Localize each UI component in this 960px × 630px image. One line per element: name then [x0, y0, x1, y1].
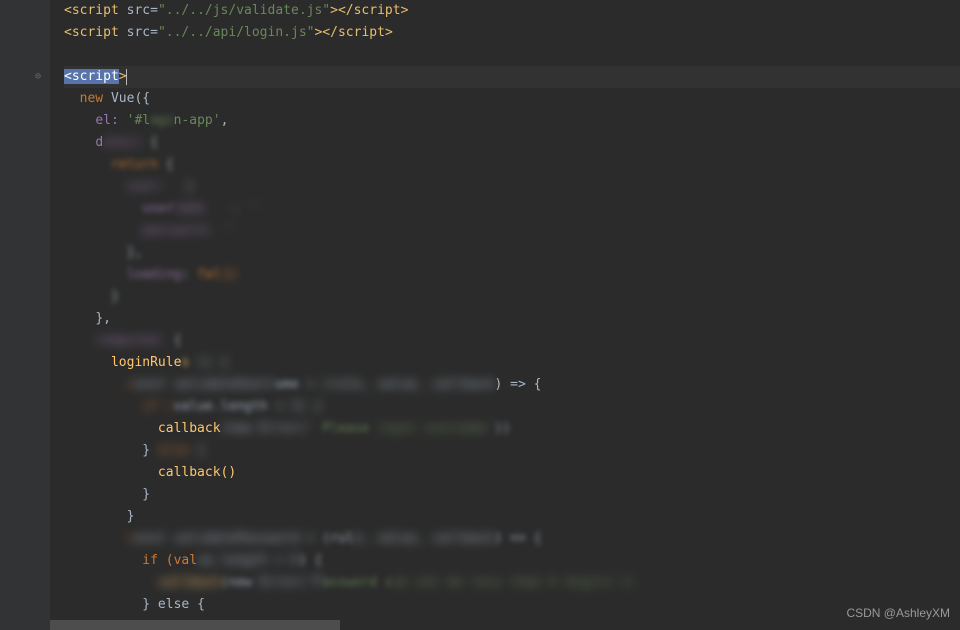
code-line: },: [64, 308, 960, 330]
editor-gutter: ⊖: [0, 0, 50, 630]
code-line: if (value.length < 1) {: [64, 396, 960, 418]
code-line: computed: {: [64, 330, 960, 352]
text-cursor: [126, 69, 127, 85]
code-line: loginRules () {: [64, 352, 960, 374]
code-line: callback(new Error('Password can not be …: [64, 572, 960, 594]
code-line: callback(new Error(' Please input userna…: [64, 418, 960, 440]
code-line: }: [64, 484, 960, 506]
code-line: data() {: [64, 132, 960, 154]
code-line: <script src="../../api/login.js"></scrip…: [64, 22, 960, 44]
code-line: callback(): [64, 462, 960, 484]
watermark-text: CSDN @AshleyXM: [846, 602, 950, 624]
code-line: <script src="../../js/validate.js"></scr…: [64, 0, 960, 22]
code-line: const validateUsernume = (rule, value, c…: [64, 374, 960, 396]
code-editor[interactable]: <script src="../../js/validate.js"></scr…: [50, 0, 960, 630]
code-line: },: [64, 242, 960, 264]
fold-icon[interactable]: ⊖: [35, 66, 41, 88]
blank-line: [64, 44, 960, 66]
horizontal-scrollbar[interactable]: [50, 620, 340, 630]
code-line-active: <script>: [64, 66, 960, 88]
code-line: el: '#login-app',: [64, 110, 960, 132]
code-line: return {: [64, 154, 960, 176]
code-line: } else {: [64, 594, 960, 616]
code-line: }: [64, 286, 960, 308]
code-line: username : '': [64, 198, 960, 220]
code-line: if (value.length < 6) {: [64, 550, 960, 572]
code-line: const validatePassword = (rule, value, c…: [64, 528, 960, 550]
code-line: password: '': [64, 220, 960, 242]
code-line: user:{: [64, 176, 960, 198]
code-line: new Vue({: [64, 88, 960, 110]
selection: <script: [64, 69, 119, 84]
code-line: }: [64, 506, 960, 528]
code-line: loading: false: [64, 264, 960, 286]
code-line: } else {: [64, 440, 960, 462]
